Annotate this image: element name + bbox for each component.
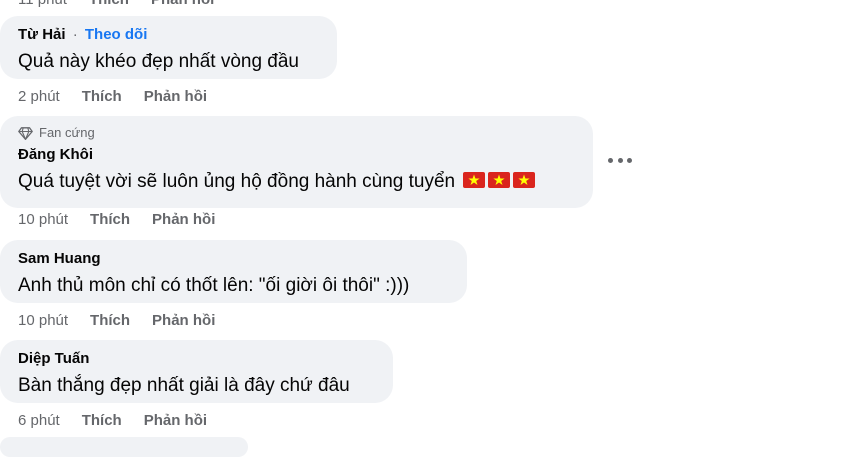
comment-timestamp[interactable]: 10 phút	[18, 211, 68, 228]
comment-author[interactable]: Từ Hải	[18, 26, 66, 43]
comment-author[interactable]: Đăng Khôi	[18, 145, 577, 165]
comment-author-line: Từ Hải · Theo dõi	[18, 25, 321, 45]
comment-text: Anh thủ môn chỉ có thốt lên: "ối giời ôi…	[18, 275, 410, 296]
reply-button[interactable]: Phản hồi	[152, 312, 215, 329]
comment-timestamp[interactable]: 6 phút	[18, 412, 60, 429]
top-fan-badge: Fan cứng	[18, 125, 577, 141]
comment-bubble-next	[0, 437, 248, 457]
like-button[interactable]: Thích	[89, 0, 129, 8]
comment-text: Quá tuyệt vời sẽ luôn ủng hộ đồng hành c…	[18, 171, 456, 192]
separator-dot: ·	[72, 26, 78, 43]
vietnam-flag-icon	[513, 172, 536, 188]
comment-timestamp[interactable]: 11 phút	[18, 0, 67, 8]
comment-text-line: Quá tuyệt vời sẽ luôn ủng hộ đồng hành c…	[18, 169, 577, 195]
like-button[interactable]: Thích	[90, 211, 130, 228]
comment-bubble: Từ Hải · Theo dõi Quả này khéo đẹp nhất …	[0, 16, 337, 79]
comment-author[interactable]: Diệp Tuấn	[18, 349, 377, 369]
reply-button[interactable]: Phản hồi	[144, 412, 207, 429]
comment-text: Quả này khéo đẹp nhất vòng đầu	[18, 51, 300, 72]
more-options-icon[interactable]	[608, 150, 632, 170]
comment-actions: 2 phút Thích Phản hồi	[18, 88, 207, 105]
reply-button[interactable]: Phản hồi	[152, 211, 215, 228]
comment-timestamp[interactable]: 10 phút	[18, 312, 68, 329]
comment-actions: 10 phút Thích Phản hồi	[18, 211, 215, 228]
badge-label: Fan cứng	[39, 125, 95, 140]
vietnam-flag-icon	[488, 172, 511, 188]
diamond-icon	[18, 126, 33, 140]
comment-bubble: Fan cứng Đăng Khôi Quá tuyệt vời sẽ luôn…	[0, 116, 593, 208]
comment-bubble: Diệp Tuấn Bàn thắng đẹp nhất giải là đây…	[0, 340, 393, 403]
like-button[interactable]: Thích	[82, 88, 122, 105]
comment-actions-previous: 11 phút Thích Phản hồi	[18, 0, 214, 8]
like-button[interactable]: Thích	[82, 412, 122, 429]
vietnam-flag-icon	[463, 172, 486, 188]
comment-author[interactable]: Sam Huang	[18, 249, 451, 269]
comment-text: Bàn thắng đẹp nhất giải là đây chứ đâu	[18, 375, 350, 396]
comment-bubble: Sam Huang Anh thủ môn chỉ có thốt lên: "…	[0, 240, 467, 303]
like-button[interactable]: Thích	[90, 312, 130, 329]
comment-timestamp[interactable]: 2 phút	[18, 88, 60, 105]
reply-button[interactable]: Phản hồi	[151, 0, 214, 8]
comment-actions: 6 phút Thích Phản hồi	[18, 412, 207, 429]
reply-button[interactable]: Phản hồi	[144, 88, 207, 105]
follow-link[interactable]: Theo dõi	[85, 26, 148, 43]
comment-actions: 10 phút Thích Phản hồi	[18, 312, 215, 329]
